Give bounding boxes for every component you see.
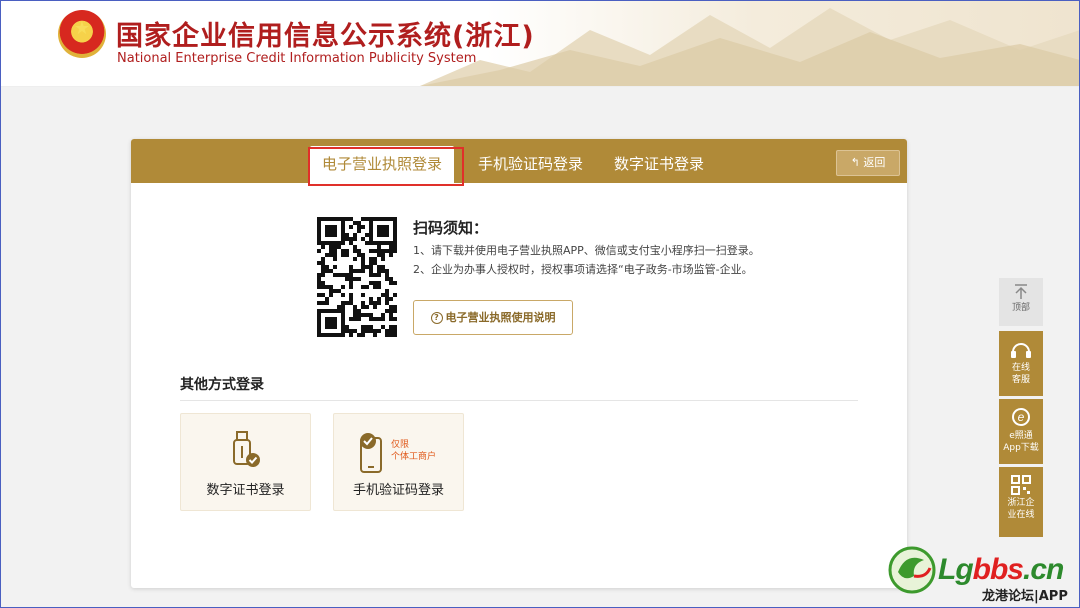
divider xyxy=(180,400,858,401)
back-arrow-icon: ↰ xyxy=(850,156,864,169)
question-icon: ? xyxy=(430,312,443,324)
e-app-label-line: e照通 xyxy=(1009,431,1033,441)
back-to-top-button[interactable]: 顶部 xyxy=(999,278,1043,326)
tab-certificate-login[interactable]: 数字证书登录 xyxy=(614,153,704,174)
headset-icon xyxy=(1011,343,1031,358)
brand-green: Lg xyxy=(938,553,974,586)
scan-instruction-line: 2、企业为办事人授权时，授权事项请选择“电子政务-市场监管-企业。 xyxy=(413,263,753,276)
individual-only-note: 仅限 个体工商户 xyxy=(391,439,436,463)
e-license-guide-button[interactable]: ? 电子营业执照使用说明 xyxy=(413,300,573,335)
brand-tail: .cn xyxy=(1023,553,1064,586)
watermark-subtitle: 龙港论坛|APP xyxy=(982,589,1068,604)
other-login-title: 其他方式登录 xyxy=(180,377,264,393)
national-emblem-icon: ★ xyxy=(58,10,106,58)
qr-code-image xyxy=(317,217,397,337)
e-app-icon: e xyxy=(1012,408,1030,426)
site-subtitle: National Enterprise Credit Information P… xyxy=(117,51,477,66)
phone-check-icon xyxy=(360,433,382,473)
zhejiang-online-button[interactable]: 浙江企 业在线 xyxy=(999,467,1043,537)
watermark-brand: Lgbbs.cn xyxy=(938,553,1064,587)
certificate-login-label: 数字证书登录 xyxy=(206,483,285,498)
zhejiang-online-label-line: 业在线 xyxy=(1007,510,1035,520)
svg-text:e: e xyxy=(1018,410,1025,424)
zhejiang-online-label-line: 浙江企 xyxy=(1007,498,1035,508)
site-header: ★ 国家企业信用信息公示系统(浙江) National Enterprise C… xyxy=(0,0,1080,87)
sms-login-label: 手机验证码登录 xyxy=(352,483,444,498)
scan-instructions-title: 扫码须知： xyxy=(413,219,489,237)
login-tab-bar: 电子营业执照登录 手机验证码登录 数字证书登录 ↰ 返回 xyxy=(131,139,907,183)
scan-instruction-line: 1、请下载并使用电子营业执照APP、微信或支付宝小程序扫一扫登录。 xyxy=(413,244,760,257)
e-app-label-line: App下载 xyxy=(1003,443,1039,453)
brand-red: bbs xyxy=(972,553,1024,586)
back-to-top-label: 顶部 xyxy=(1011,303,1030,313)
online-service-label-line: 客服 xyxy=(1011,375,1030,385)
sms-login-option[interactable]: 仅限 个体工商户 手机验证码登录 xyxy=(333,413,464,511)
e-license-guide-label: 电子营业执照使用说明 xyxy=(445,311,556,324)
e-app-download-button[interactable]: e e照通 App下载 xyxy=(999,399,1043,464)
back-button-label: 返回 xyxy=(863,156,886,169)
online-service-label-line: 在线 xyxy=(1011,363,1030,373)
qr-icon xyxy=(1011,475,1031,495)
back-button[interactable]: ↰ 返回 xyxy=(836,150,900,176)
note-line: 个体工商户 xyxy=(391,452,437,462)
tab-e-license-login[interactable]: 电子营业执照登录 xyxy=(310,146,455,183)
certificate-login-option[interactable]: 数字证书登录 xyxy=(180,413,311,511)
online-service-button[interactable]: 在线 客服 xyxy=(999,331,1043,396)
login-panel: 电子营业执照登录 手机验证码登录 数字证书登录 ↰ 返回 扫码须知： 1、请下载… xyxy=(131,139,907,588)
site-title: 国家企业信用信息公示系统(浙江) xyxy=(116,21,535,52)
usb-key-icon xyxy=(233,431,260,467)
tab-sms-login[interactable]: 手机验证码登录 xyxy=(478,153,583,174)
arrow-up-icon xyxy=(1015,284,1027,299)
note-line: 仅限 xyxy=(391,440,410,450)
